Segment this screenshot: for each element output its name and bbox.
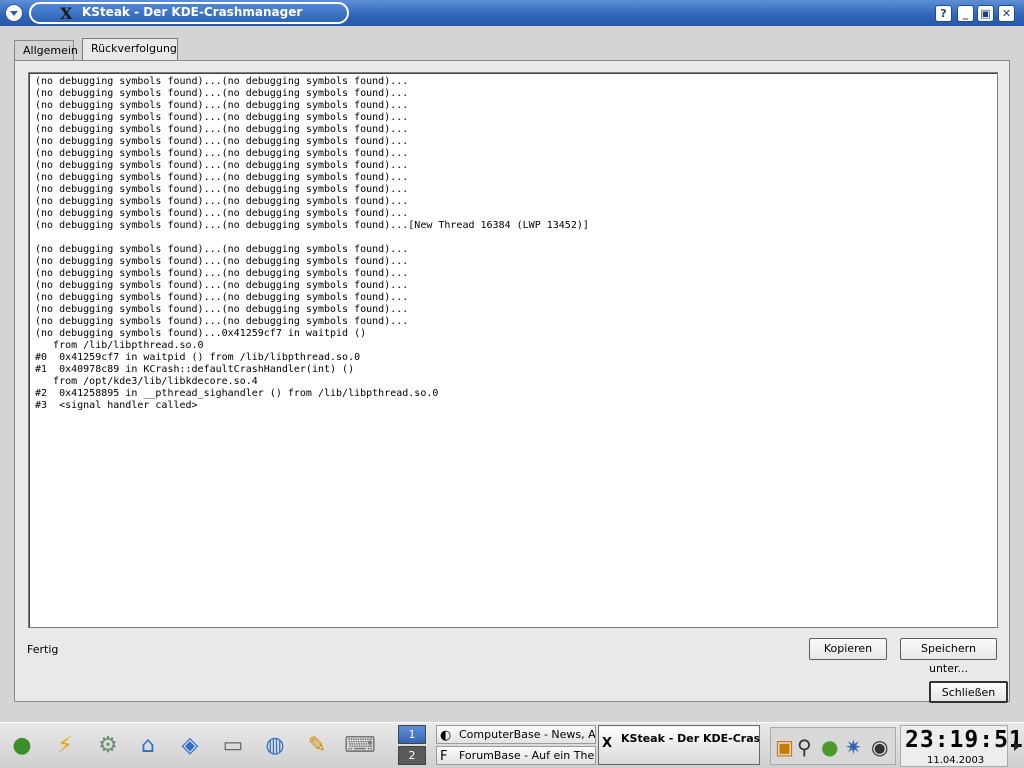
lightning-icon[interactable]: ⚡ xyxy=(50,731,80,761)
tab-general[interactable]: Allgemein xyxy=(14,40,78,60)
minimize-button[interactable]: _ xyxy=(957,5,974,22)
task-forumbase-label: ForumBase - Auf ein Thema xyxy=(459,749,595,762)
desktop-2[interactable]: 2 xyxy=(398,746,426,765)
task-computerbase[interactable]: ◐ ComputerBase - News, Artik xyxy=(436,725,596,744)
clock-time: 23:19:51 xyxy=(905,727,1024,753)
forum-icon: F xyxy=(440,749,448,764)
backtrace-textarea[interactable]: (no debugging symbols found)...(no debug… xyxy=(28,72,998,628)
klipper-icon[interactable]: ▣ xyxy=(775,735,794,759)
backtrace-text: (no debugging symbols found)...(no debug… xyxy=(35,76,589,411)
status-label: Fertig xyxy=(27,643,59,656)
x-icon: X xyxy=(602,736,613,751)
tools-icon[interactable]: ✷ xyxy=(845,735,862,759)
taskbar-scroll-arrow[interactable] xyxy=(1011,735,1023,757)
globe-icon[interactable]: ◍ xyxy=(260,731,290,761)
help-button[interactable]: ? xyxy=(935,5,952,22)
tab-backtrace[interactable]: Rückverfolgung xyxy=(82,38,178,61)
save-as-button[interactable]: Speichern unter... xyxy=(900,638,997,675)
kde-taskbar: ● ⚡ ⚙ ⌂ ◈ ▭ ◍ ✎ ⌨ 1 2 ◐ ComputerBase - N… xyxy=(0,722,1024,768)
kmenu-icon[interactable]: ● xyxy=(7,731,37,761)
status-icon[interactable]: ● xyxy=(821,735,838,759)
browser-icon: ◐ xyxy=(440,728,452,743)
close-window-button[interactable]: ✕ xyxy=(998,5,1015,22)
clock-date: 11.04.2003 xyxy=(927,755,985,766)
close-button[interactable]: Schließen xyxy=(929,681,1008,703)
download-icon[interactable]: ◉ xyxy=(871,735,888,759)
editor-icon[interactable]: ✎ xyxy=(302,731,332,761)
network-icon[interactable]: ⚲ xyxy=(797,735,812,759)
desktop-pager: 1 2 xyxy=(398,725,428,767)
keyboard-icon[interactable]: ⌨ xyxy=(344,731,376,761)
task-ksteak[interactable]: X KSteak - Der KDE-Crashma xyxy=(598,725,760,765)
copy-button[interactable]: Kopieren xyxy=(809,638,887,660)
window-title: KSteak - Der KDE-Crashmanager xyxy=(82,5,303,19)
clock[interactable]: 23:19:51 11.04.2003 xyxy=(900,725,1023,767)
crash-manager-window: Allgemein Rückverfolgung (no debugging s… xyxy=(0,26,1024,722)
tab-general-label: Allgemein xyxy=(23,44,78,57)
camera-icon[interactable]: ▭ xyxy=(218,731,248,761)
maximize-button[interactable]: ▣ xyxy=(977,5,994,22)
task-forumbase[interactable]: F ForumBase - Auf ein Thema xyxy=(436,746,596,765)
home-icon[interactable]: ⌂ xyxy=(133,731,163,761)
x-app-icon: X xyxy=(60,4,73,23)
window-titlebar[interactable]: X KSteak - Der KDE-Crashmanager ? _ ▣ ✕ xyxy=(0,0,1024,26)
desktop-1[interactable]: 1 xyxy=(398,725,426,744)
system-tray: ▣ ⚲ ● ✷ ◉ xyxy=(770,727,896,765)
backtrace-panel: (no debugging symbols found)...(no debug… xyxy=(14,60,1010,702)
settings-icon[interactable]: ⚙ xyxy=(93,731,123,761)
tab-backtrace-label: Rückverfolgung xyxy=(91,42,177,55)
window-menu-button[interactable] xyxy=(5,4,23,22)
task-computerbase-label: ComputerBase - News, Artik xyxy=(459,728,596,741)
konqueror-icon[interactable]: ◈ xyxy=(175,731,205,761)
task-ksteak-label: KSteak - Der KDE-Crashma xyxy=(621,732,760,745)
